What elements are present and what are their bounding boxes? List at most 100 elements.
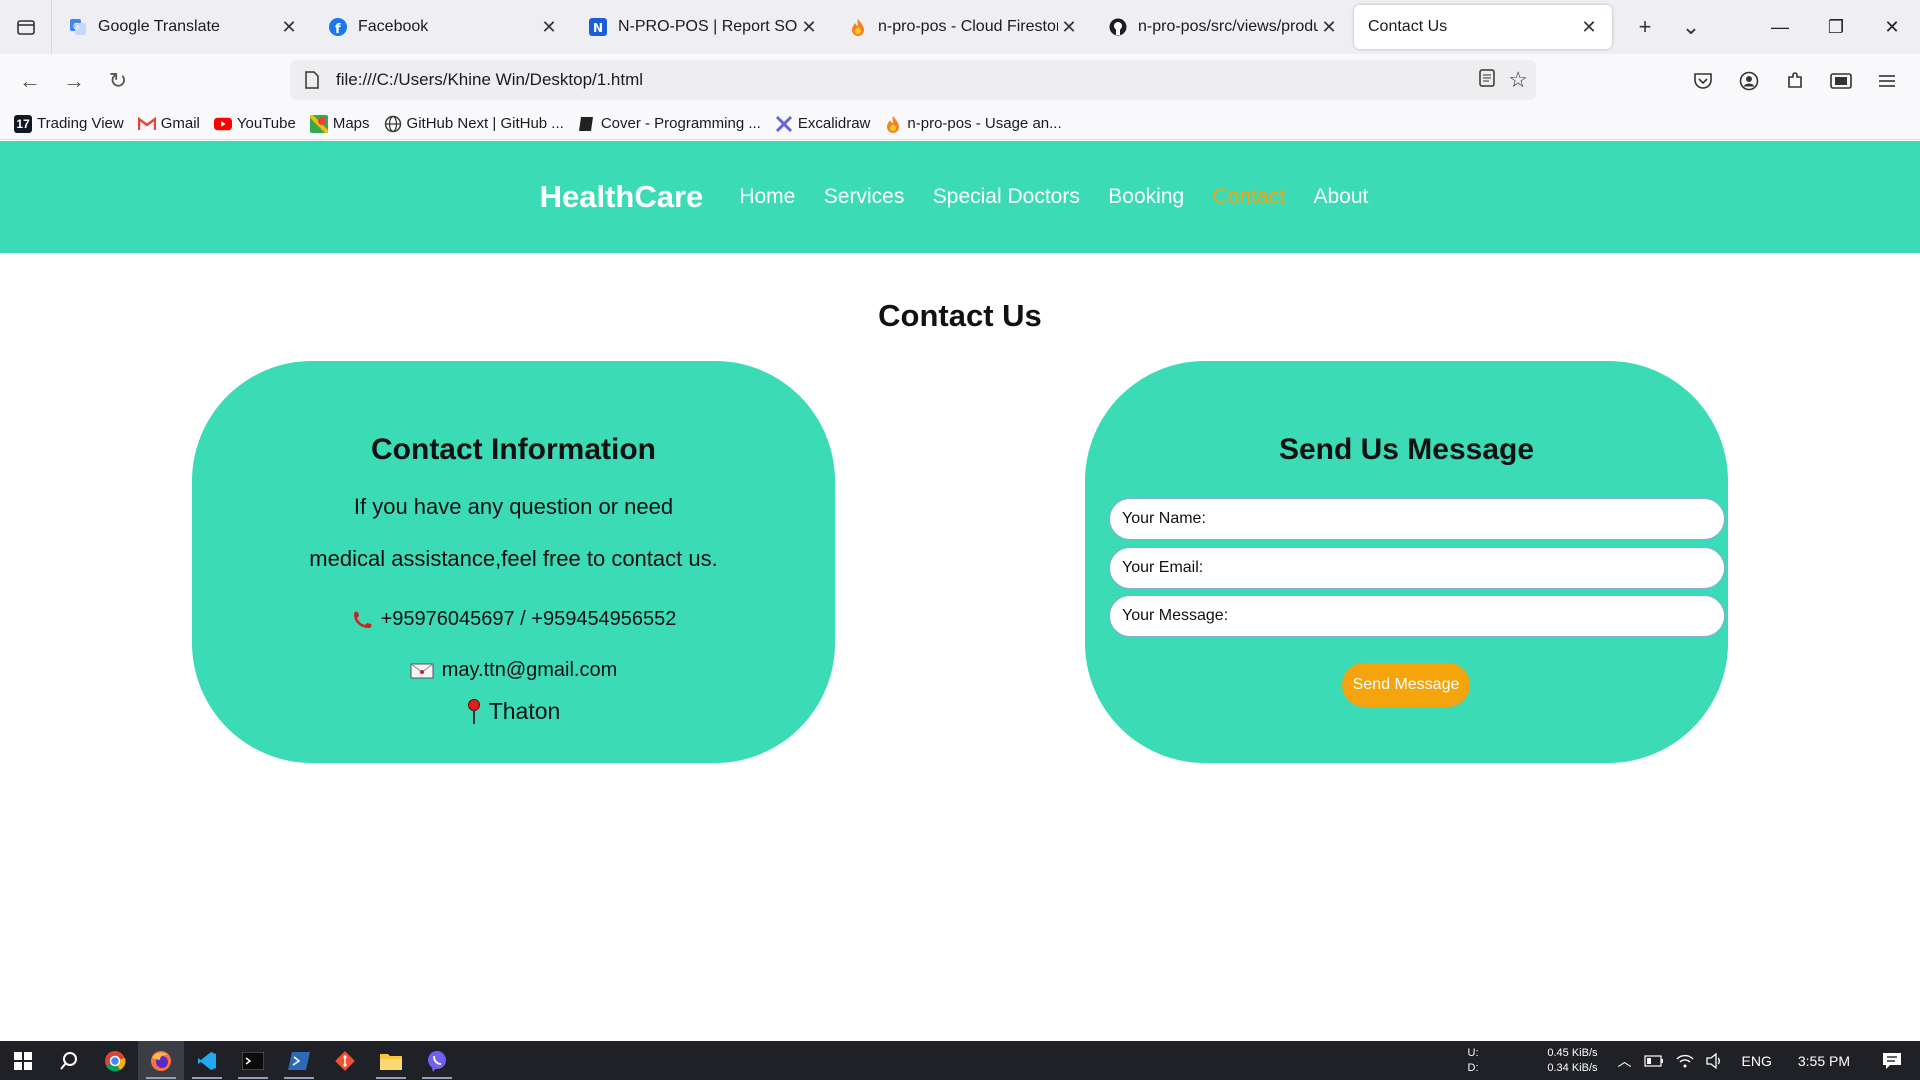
email-field[interactable] (1109, 547, 1725, 589)
bookmark-npropos-usage[interactable]: n-pro-pos - Usage an... (884, 115, 1062, 133)
close-tab-icon[interactable]: ✕ (538, 16, 560, 38)
google-translate-icon: G (68, 17, 88, 37)
excalidraw-icon (775, 115, 793, 133)
tab-github[interactable]: n-pro-pos/src/views/produc ✕ (1094, 5, 1352, 49)
close-tab-icon[interactable]: ✕ (1058, 16, 1080, 38)
bookmark-gmail[interactable]: Gmail (137, 115, 200, 133)
tab-strip: G Google Translate ✕ f Facebook ✕ N N-PR… (52, 0, 1612, 54)
terminal-icon[interactable] (230, 1041, 276, 1080)
nav-about[interactable]: About (1313, 185, 1368, 208)
facebook-icon: f (328, 17, 348, 37)
bookmark-youtube[interactable]: YouTube (213, 115, 296, 133)
address-bar[interactable]: file:///C:/Users/Khine Win/Desktop/1.htm… (290, 60, 1536, 100)
bookmark-github-next[interactable]: GitHub Next | GitHub ... (384, 115, 564, 133)
chevron-up-icon[interactable]: ︿ (1618, 1051, 1632, 1071)
name-field[interactable] (1109, 498, 1725, 540)
tab-title: n-pro-pos - Cloud Firestore (878, 18, 1058, 35)
tab-npropos-report[interactable]: N N-PRO-POS | Report SOC ✕ (574, 5, 832, 49)
firebase-icon (884, 115, 902, 133)
nav-services[interactable]: Services (824, 185, 905, 208)
bookmark-maps[interactable]: Maps (309, 114, 370, 133)
tab-title: Facebook (358, 18, 429, 35)
viber-icon[interactable] (414, 1041, 460, 1080)
message-field[interactable] (1109, 595, 1725, 637)
info-line-2: medical assistance,feel free to contact … (309, 546, 718, 571)
reader-view-icon[interactable] (1478, 68, 1496, 92)
back-arrow-icon[interactable]: ← (8, 59, 52, 103)
send-message-card: Send Us Message Send Message (1085, 361, 1728, 763)
site-header: HealthCare Home Services Special Doctors… (0, 141, 1920, 253)
account-icon[interactable] (1726, 58, 1772, 104)
nav-booking[interactable]: Booking (1108, 185, 1184, 208)
bookmark-excalidraw[interactable]: Excalidraw (775, 115, 871, 133)
bookmark-cover-programming[interactable]: Cover - Programming ... (578, 115, 761, 133)
forward-arrow-icon[interactable]: → (52, 59, 96, 103)
firefox-icon[interactable] (138, 1041, 184, 1080)
powershell-icon[interactable] (276, 1041, 322, 1080)
bookmark-trading-view[interactable]: 17 Trading View (14, 114, 124, 133)
file-explorer-icon[interactable] (368, 1041, 414, 1080)
close-tab-icon[interactable]: ✕ (1318, 16, 1340, 38)
email-row: may.ttn@gmail.com (192, 659, 835, 682)
gmail-icon (137, 115, 156, 133)
location-text: Thaton (488, 698, 561, 724)
tab-list-button[interactable] (0, 0, 52, 54)
minimize-icon[interactable]: — (1752, 0, 1808, 54)
nav-home[interactable]: Home (739, 185, 795, 208)
brand-logo[interactable]: HealthCare (540, 179, 704, 215)
tab-firestore[interactable]: n-pro-pos - Cloud Firestore ✕ (834, 5, 1092, 49)
close-tab-icon[interactable]: ✕ (798, 16, 820, 38)
bookmark-label: Maps (332, 115, 370, 132)
wifi-icon[interactable] (1676, 1054, 1694, 1068)
close-tab-icon[interactable]: ✕ (278, 16, 300, 38)
send-message-button[interactable]: Send Message (1342, 663, 1470, 707)
chevron-down-icon[interactable]: ⌄ (1668, 4, 1714, 50)
notification-icon[interactable] (1882, 1052, 1902, 1070)
tab-contact-us[interactable]: Contact Us ✕ (1354, 5, 1612, 49)
clock[interactable]: 3:55 PM (1798, 1053, 1850, 1069)
web-page: HealthCare Home Services Special Doctors… (0, 141, 1920, 1041)
bookmark-label: GitHub Next | GitHub ... (406, 115, 564, 132)
youtube-icon (213, 115, 232, 133)
nav-special-doctors[interactable]: Special Doctors (933, 185, 1080, 208)
site-nav: Home Services Special Doctors Booking Co… (727, 185, 1380, 209)
search-icon[interactable] (46, 1041, 92, 1080)
pocket-icon[interactable] (1680, 58, 1726, 104)
tab-title: Contact Us (1368, 18, 1448, 35)
url-text: file:///C:/Users/Khine Win/Desktop/1.htm… (336, 70, 644, 89)
page-title: Contact Us (878, 298, 1042, 333)
maps-icon (309, 114, 328, 133)
extensions-icon[interactable] (1772, 58, 1818, 104)
firebase-icon (848, 17, 868, 37)
git-icon[interactable] (322, 1041, 368, 1080)
globe-icon (384, 115, 402, 133)
tab-facebook[interactable]: f Facebook ✕ (314, 5, 572, 49)
location-pin-icon (467, 698, 481, 725)
tab-google-translate[interactable]: G Google Translate ✕ (54, 5, 312, 49)
book-icon (578, 115, 596, 133)
screenshot-icon[interactable] (1818, 58, 1864, 104)
bookmark-star-icon[interactable]: ☆ (1508, 67, 1528, 93)
nav-contact[interactable]: Contact (1213, 185, 1285, 208)
battery-icon[interactable] (1643, 1054, 1664, 1067)
tradingview-icon: 17 (14, 114, 32, 133)
reload-icon[interactable]: ↻ (96, 59, 140, 103)
page-icon (300, 71, 324, 89)
email-address: may.ttn@gmail.com (441, 659, 618, 681)
menu-icon[interactable] (1864, 58, 1910, 104)
chrome-icon[interactable] (92, 1041, 138, 1080)
close-tab-icon[interactable]: ✕ (1578, 16, 1600, 38)
location-row: Thaton (192, 698, 835, 725)
tab-title: Google Translate (98, 18, 220, 35)
close-window-icon[interactable]: ✕ (1864, 0, 1920, 54)
windows-start-icon[interactable] (0, 1041, 46, 1080)
volume-icon[interactable] (1705, 1052, 1724, 1069)
new-tab-plus-icon[interactable]: + (1622, 4, 1668, 50)
language-indicator[interactable]: ENG (1742, 1053, 1772, 1069)
vscode-icon[interactable] (184, 1041, 230, 1080)
browser-toolbar: ← → ↻ file:///C:/Users/Khine Win/Desktop… (0, 54, 1920, 108)
phone-icon (351, 610, 373, 630)
tab-title: N-PRO-POS | Report SOC (618, 18, 798, 35)
restore-icon[interactable]: ❐ (1808, 0, 1864, 54)
bookmark-label: Excalidraw (797, 115, 871, 132)
